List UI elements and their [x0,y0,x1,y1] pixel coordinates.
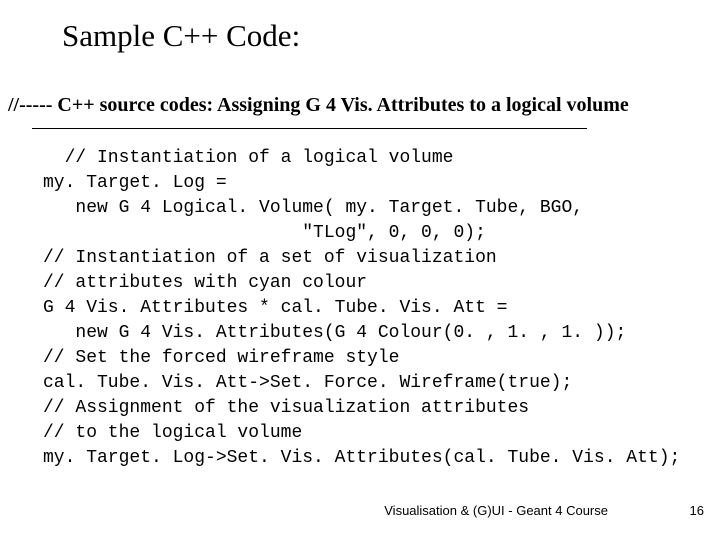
code-line: // Set the forced wireframe style [43,348,399,368]
code-line: new G 4 Vis. Attributes(G 4 Colour(0. , … [43,323,626,343]
code-line: // attributes with cyan colour [43,273,367,293]
footer-text: Visualisation & (G)UI - Geant 4 Course [384,503,608,518]
source-header-comment: //----- C++ source codes: Assigning G 4 … [8,94,629,117]
code-line: cal. Tube. Vis. Att->Set. Force. Wirefra… [43,373,572,393]
code-line: my. Target. Log->Set. Vis. Attributes(ca… [43,448,680,468]
code-line: my. Target. Log = [43,173,227,193]
slide: Sample C++ Code: //----- C++ source code… [0,0,720,540]
code-line: new G 4 Logical. Volume( my. Target. Tub… [43,198,583,218]
code-line: // Assignment of the visualization attri… [43,398,529,418]
slide-title: Sample C++ Code: [62,18,300,54]
page-number: 16 [690,503,704,518]
code-block: // Instantiation of a logical volume my.… [43,121,680,496]
code-line: G 4 Vis. Attributes * cal. Tube. Vis. At… [43,298,507,318]
code-line: // Instantiation of a set of visualizati… [43,248,497,268]
code-line: // Instantiation of a logical volume [43,148,453,168]
code-line: // to the logical volume [43,423,302,443]
code-line: "TLog", 0, 0, 0); [43,223,486,243]
